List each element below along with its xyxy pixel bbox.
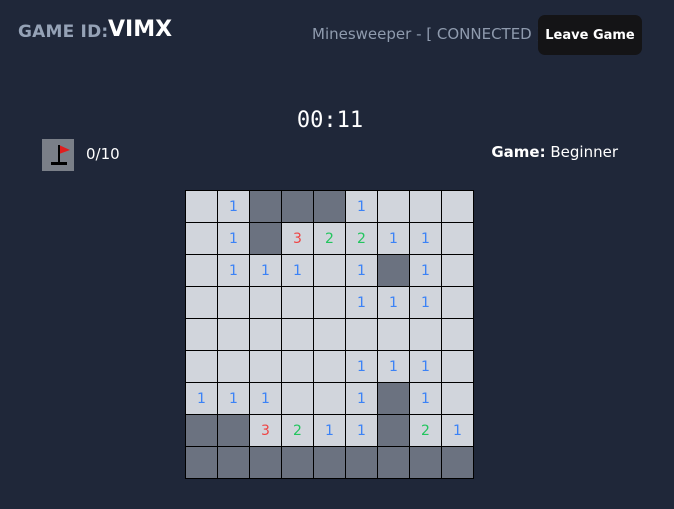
empty-cell[interactable] bbox=[282, 287, 313, 318]
hidden-cell[interactable] bbox=[314, 191, 345, 222]
hidden-cell[interactable] bbox=[250, 191, 281, 222]
empty-cell[interactable] bbox=[282, 319, 313, 350]
flag-icon bbox=[42, 139, 74, 171]
number-cell[interactable]: 1 bbox=[218, 383, 249, 414]
hidden-cell[interactable] bbox=[378, 415, 409, 446]
empty-cell[interactable] bbox=[314, 287, 345, 318]
hidden-cell[interactable] bbox=[282, 191, 313, 222]
number-cell[interactable]: 1 bbox=[378, 223, 409, 254]
number-cell[interactable]: 1 bbox=[378, 287, 409, 318]
empty-cell[interactable] bbox=[250, 351, 281, 382]
hidden-cell[interactable] bbox=[378, 447, 409, 478]
empty-cell[interactable] bbox=[314, 351, 345, 382]
number-cell[interactable]: 2 bbox=[410, 415, 441, 446]
hidden-cell[interactable] bbox=[186, 447, 217, 478]
hidden-cell[interactable] bbox=[218, 415, 249, 446]
flag-count: 0/10 bbox=[86, 145, 120, 163]
hidden-cell[interactable] bbox=[346, 447, 377, 478]
number-cell[interactable]: 1 bbox=[218, 255, 249, 286]
number-cell[interactable]: 1 bbox=[250, 255, 281, 286]
hidden-cell[interactable] bbox=[410, 447, 441, 478]
empty-cell[interactable] bbox=[186, 319, 217, 350]
game-id-value: VIMX bbox=[108, 17, 173, 42]
empty-cell[interactable] bbox=[378, 191, 409, 222]
empty-cell[interactable] bbox=[442, 287, 473, 318]
connection-status: Minesweeper - [ CONNECTED ] bbox=[312, 25, 543, 43]
number-cell[interactable]: 1 bbox=[346, 351, 377, 382]
empty-cell[interactable] bbox=[410, 319, 441, 350]
number-cell[interactable]: 1 bbox=[378, 351, 409, 382]
empty-cell[interactable] bbox=[218, 351, 249, 382]
empty-cell[interactable] bbox=[250, 319, 281, 350]
empty-cell[interactable] bbox=[442, 351, 473, 382]
number-cell[interactable]: 1 bbox=[442, 415, 473, 446]
empty-cell[interactable] bbox=[186, 287, 217, 318]
empty-cell[interactable] bbox=[442, 383, 473, 414]
empty-cell[interactable] bbox=[186, 351, 217, 382]
number-cell[interactable]: 2 bbox=[346, 223, 377, 254]
empty-cell[interactable] bbox=[314, 383, 345, 414]
empty-cell[interactable] bbox=[314, 319, 345, 350]
number-cell[interactable]: 1 bbox=[250, 383, 281, 414]
hidden-cell[interactable] bbox=[218, 447, 249, 478]
empty-cell[interactable] bbox=[410, 191, 441, 222]
number-cell[interactable]: 1 bbox=[346, 287, 377, 318]
empty-cell[interactable] bbox=[442, 319, 473, 350]
number-cell[interactable]: 1 bbox=[314, 415, 345, 446]
empty-cell[interactable] bbox=[442, 191, 473, 222]
number-cell[interactable]: 1 bbox=[410, 383, 441, 414]
number-cell[interactable]: 1 bbox=[218, 191, 249, 222]
number-cell[interactable]: 1 bbox=[346, 191, 377, 222]
game-timer: 00:11 bbox=[296, 108, 364, 133]
empty-cell[interactable] bbox=[442, 255, 473, 286]
number-cell[interactable]: 1 bbox=[186, 383, 217, 414]
number-cell[interactable]: 1 bbox=[410, 223, 441, 254]
hidden-cell[interactable] bbox=[314, 447, 345, 478]
empty-cell[interactable] bbox=[218, 319, 249, 350]
hidden-cell[interactable] bbox=[250, 447, 281, 478]
number-cell[interactable]: 1 bbox=[410, 255, 441, 286]
number-cell[interactable]: 1 bbox=[410, 287, 441, 318]
number-cell[interactable]: 1 bbox=[346, 255, 377, 286]
empty-cell[interactable] bbox=[218, 287, 249, 318]
hidden-cell[interactable] bbox=[186, 415, 217, 446]
number-cell[interactable]: 3 bbox=[282, 223, 313, 254]
leave-game-button[interactable]: Leave Game bbox=[538, 15, 642, 55]
number-cell[interactable]: 2 bbox=[314, 223, 345, 254]
empty-cell[interactable] bbox=[314, 255, 345, 286]
hidden-cell[interactable] bbox=[378, 383, 409, 414]
empty-cell[interactable] bbox=[282, 351, 313, 382]
hidden-cell[interactable] bbox=[250, 223, 281, 254]
difficulty-label: Game: bbox=[491, 143, 546, 161]
empty-cell[interactable] bbox=[186, 191, 217, 222]
hidden-cell[interactable] bbox=[442, 447, 473, 478]
minesweeper-board: 111322111111111111111111321121 bbox=[185, 190, 474, 479]
game-id-label: GAME ID: bbox=[18, 22, 109, 42]
hidden-cell[interactable] bbox=[378, 255, 409, 286]
empty-cell[interactable] bbox=[442, 223, 473, 254]
number-cell[interactable]: 2 bbox=[282, 415, 313, 446]
difficulty-value: Beginner bbox=[550, 143, 618, 161]
hidden-cell[interactable] bbox=[282, 447, 313, 478]
difficulty-display: Game: Beginner bbox=[491, 143, 618, 161]
number-cell[interactable]: 1 bbox=[410, 351, 441, 382]
number-cell[interactable]: 1 bbox=[346, 415, 377, 446]
number-cell[interactable]: 1 bbox=[218, 223, 249, 254]
empty-cell[interactable] bbox=[282, 383, 313, 414]
empty-cell[interactable] bbox=[186, 223, 217, 254]
number-cell[interactable]: 3 bbox=[250, 415, 281, 446]
number-cell[interactable]: 1 bbox=[282, 255, 313, 286]
empty-cell[interactable] bbox=[250, 287, 281, 318]
empty-cell[interactable] bbox=[186, 255, 217, 286]
empty-cell[interactable] bbox=[378, 319, 409, 350]
empty-cell[interactable] bbox=[346, 319, 377, 350]
number-cell[interactable]: 1 bbox=[346, 383, 377, 414]
